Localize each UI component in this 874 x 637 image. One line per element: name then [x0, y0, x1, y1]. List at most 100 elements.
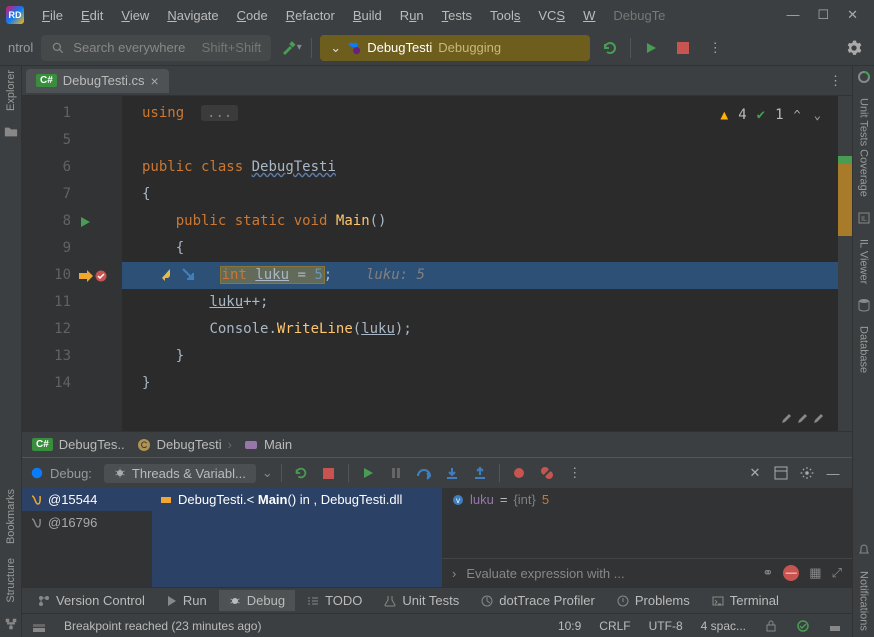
tab-unit-tests[interactable]: Unit Tests — [374, 590, 469, 611]
stop-button[interactable] — [671, 36, 695, 60]
settings-button[interactable] — [842, 36, 866, 60]
structure-icon[interactable] — [4, 617, 18, 631]
mute-breakpoints-button[interactable] — [536, 462, 558, 484]
tab-dottrace[interactable]: dotTrace Profiler — [471, 590, 605, 611]
menu-vcs[interactable]: VCS — [530, 5, 573, 26]
bell-icon[interactable] — [857, 543, 871, 557]
crumb-class[interactable]: C DebugTesti› — [137, 437, 232, 452]
thread-item[interactable]: @15544 — [22, 488, 152, 511]
menu-file[interactable]: File — [34, 5, 71, 26]
link-icon[interactable]: ⚭ — [762, 565, 773, 581]
menu-window[interactable]: W — [575, 5, 603, 26]
fold-region[interactable]: ... — [201, 105, 238, 121]
stop-icon — [677, 42, 689, 54]
rail-bookmarks[interactable]: Bookmarks — [5, 489, 17, 544]
editor-tab[interactable]: C# DebugTesti.cs × — [26, 69, 169, 93]
close-debug-button[interactable]: ✕ — [744, 462, 766, 484]
tab-version-control[interactable]: Version Control — [28, 590, 155, 611]
rail-coverage[interactable]: Unit Tests Coverage — [858, 98, 870, 197]
folder-icon[interactable] — [4, 125, 18, 139]
variable-icon: v — [452, 494, 464, 506]
pencil-icon[interactable] — [812, 411, 824, 425]
rail-explorer[interactable]: Explorer — [5, 70, 17, 111]
coverage-icon[interactable] — [857, 70, 871, 84]
pause-button[interactable] — [385, 462, 407, 484]
rail-structure[interactable]: Structure — [5, 558, 17, 603]
crumb-file[interactable]: C# DebugTes.. — [32, 437, 125, 452]
more-run-button[interactable]: ⋮ — [703, 36, 727, 60]
tab-run[interactable]: Run — [157, 590, 217, 611]
menu-tools[interactable]: Tools — [482, 5, 528, 26]
breakpoint-icon[interactable] — [95, 270, 107, 282]
frame-icon — [160, 494, 172, 506]
menu-edit[interactable]: Edit — [73, 5, 111, 26]
run-config-selector[interactable]: ⌄ DebugTesti Debugging — [320, 35, 590, 61]
no-entry-icon[interactable]: — — [783, 565, 799, 581]
readonly-lock-icon[interactable] — [764, 619, 778, 633]
caret-position[interactable]: 10:9 — [558, 619, 581, 633]
pencil-icon[interactable] — [796, 411, 808, 425]
crumb-method[interactable]: Main — [244, 437, 292, 452]
step-into-button[interactable] — [441, 462, 463, 484]
layout-button[interactable] — [770, 462, 792, 484]
line-separator[interactable]: CRLF — [599, 619, 630, 633]
close-button[interactable]: ✕ — [847, 7, 858, 23]
menu-refactor[interactable]: Refactor — [278, 5, 343, 26]
threads-variables-tab[interactable]: Threads & Variabl... — [104, 464, 256, 483]
evaluate-expression-input[interactable]: Evaluate expression with ... — [466, 566, 752, 581]
rerun-button[interactable] — [598, 36, 622, 60]
menu-build[interactable]: Build — [345, 5, 390, 26]
run-button[interactable] — [639, 36, 663, 60]
rail-notifications[interactable]: Notifications — [858, 571, 870, 631]
breakpoint-icon — [513, 467, 525, 479]
rail-database[interactable]: Database — [858, 326, 870, 373]
pencil-icon[interactable] — [780, 411, 792, 425]
menu-tests[interactable]: Tests — [434, 5, 480, 26]
variable-row[interactable]: v luku = {int} 5 — [442, 488, 852, 511]
run-gutter-icon[interactable] — [79, 216, 91, 228]
inspection-nav-up[interactable]: ^ — [794, 102, 804, 129]
database-icon[interactable] — [857, 298, 871, 312]
search-everywhere[interactable]: Search everywhere Shift+Shift — [41, 35, 271, 61]
file-encoding[interactable]: UTF-8 — [649, 619, 683, 633]
inspection-nav-down[interactable]: ⌄ — [814, 102, 824, 129]
indent-info[interactable]: 4 spac... — [701, 619, 746, 633]
code-editor[interactable]: using ... public class DebugTesti { publ… — [122, 96, 838, 431]
menu-code[interactable]: Code — [229, 5, 276, 26]
rail-il-viewer[interactable]: IL Viewer — [858, 239, 870, 284]
grid-view-icon[interactable]: ▦ — [809, 565, 821, 581]
status-icon[interactable] — [32, 619, 46, 633]
warning-icon[interactable]: ▲ — [720, 102, 728, 129]
debug-settings-button[interactable] — [796, 462, 818, 484]
minimize-button[interactable]: — — [786, 7, 799, 23]
tab-close-button[interactable]: × — [150, 73, 158, 89]
resume-button[interactable] — [357, 462, 379, 484]
menu-run[interactable]: Run — [392, 5, 432, 26]
maximize-button[interactable]: ☐ — [817, 7, 829, 23]
tab-more-button[interactable]: ⋮ — [819, 73, 852, 89]
ok-icon[interactable]: ✔ — [757, 102, 765, 129]
rerun-debug-button[interactable] — [290, 462, 312, 484]
menu-navigate[interactable]: Navigate — [159, 5, 226, 26]
menu-view[interactable]: View — [113, 5, 157, 26]
step-out-button[interactable] — [469, 462, 491, 484]
stop-debug-button[interactable] — [318, 462, 340, 484]
tab-debug[interactable]: Debug — [219, 590, 295, 611]
stack-frame[interactable]: DebugTesti.< Main() in , DebugTesti.dll — [152, 488, 442, 511]
tab-dropdown[interactable]: ⌄ — [262, 465, 273, 481]
thread-item[interactable]: @16796 — [22, 511, 152, 534]
tab-todo[interactable]: TODO — [297, 590, 372, 611]
editor-scrollbar[interactable] — [838, 96, 852, 431]
view-breakpoints-button[interactable] — [508, 462, 530, 484]
sync-ok-icon[interactable] — [796, 619, 810, 633]
memory-indicator-icon[interactable] — [828, 619, 842, 633]
tab-problems[interactable]: Problems — [607, 590, 700, 611]
expand-icon[interactable]: ⤢ — [832, 565, 842, 581]
run-config-name: DebugTesti — [367, 40, 432, 55]
warning-count: 4 — [738, 102, 746, 129]
debug-more-button[interactable]: ⋮ — [564, 462, 586, 484]
il-viewer-icon[interactable]: IL — [857, 211, 871, 225]
tab-terminal[interactable]: Terminal — [702, 590, 789, 611]
step-over-button[interactable] — [413, 462, 435, 484]
build-button[interactable]: ▾ — [279, 36, 303, 60]
